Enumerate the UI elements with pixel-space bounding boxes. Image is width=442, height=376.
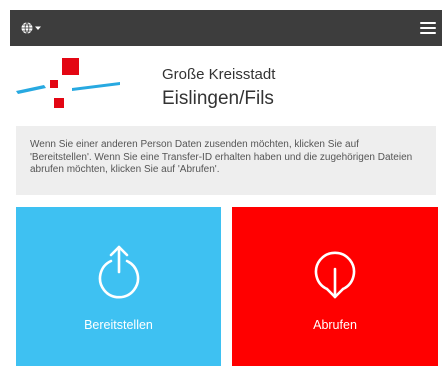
top-bar [10, 10, 442, 46]
info-text: Wenn Sie einer anderen Person Daten zuse… [30, 139, 413, 175]
hamburger-menu-icon[interactable] [418, 19, 438, 37]
retrieve-button[interactable]: Abrufen [232, 207, 438, 366]
org-name: Eislingen/Fils [162, 88, 274, 109]
provide-button[interactable]: Bereitstellen [16, 207, 221, 366]
info-box: Wenn Sie einer anderen Person Daten zuse… [16, 126, 436, 195]
download-icon [314, 251, 356, 299]
language-selector[interactable] [20, 19, 52, 37]
org-type: Große Kreisstadt [162, 66, 276, 83]
globe-icon [21, 22, 41, 34]
upload-icon [98, 245, 139, 299]
caret-down-icon [35, 26, 41, 30]
provide-label: Bereitstellen [84, 318, 153, 332]
brand-header: Große Kreisstadt Eislingen/Fils [16, 58, 286, 118]
page: Große Kreisstadt Eislingen/Fils Wenn Sie… [0, 0, 442, 376]
retrieve-label: Abrufen [313, 318, 357, 332]
city-logo [16, 58, 120, 108]
